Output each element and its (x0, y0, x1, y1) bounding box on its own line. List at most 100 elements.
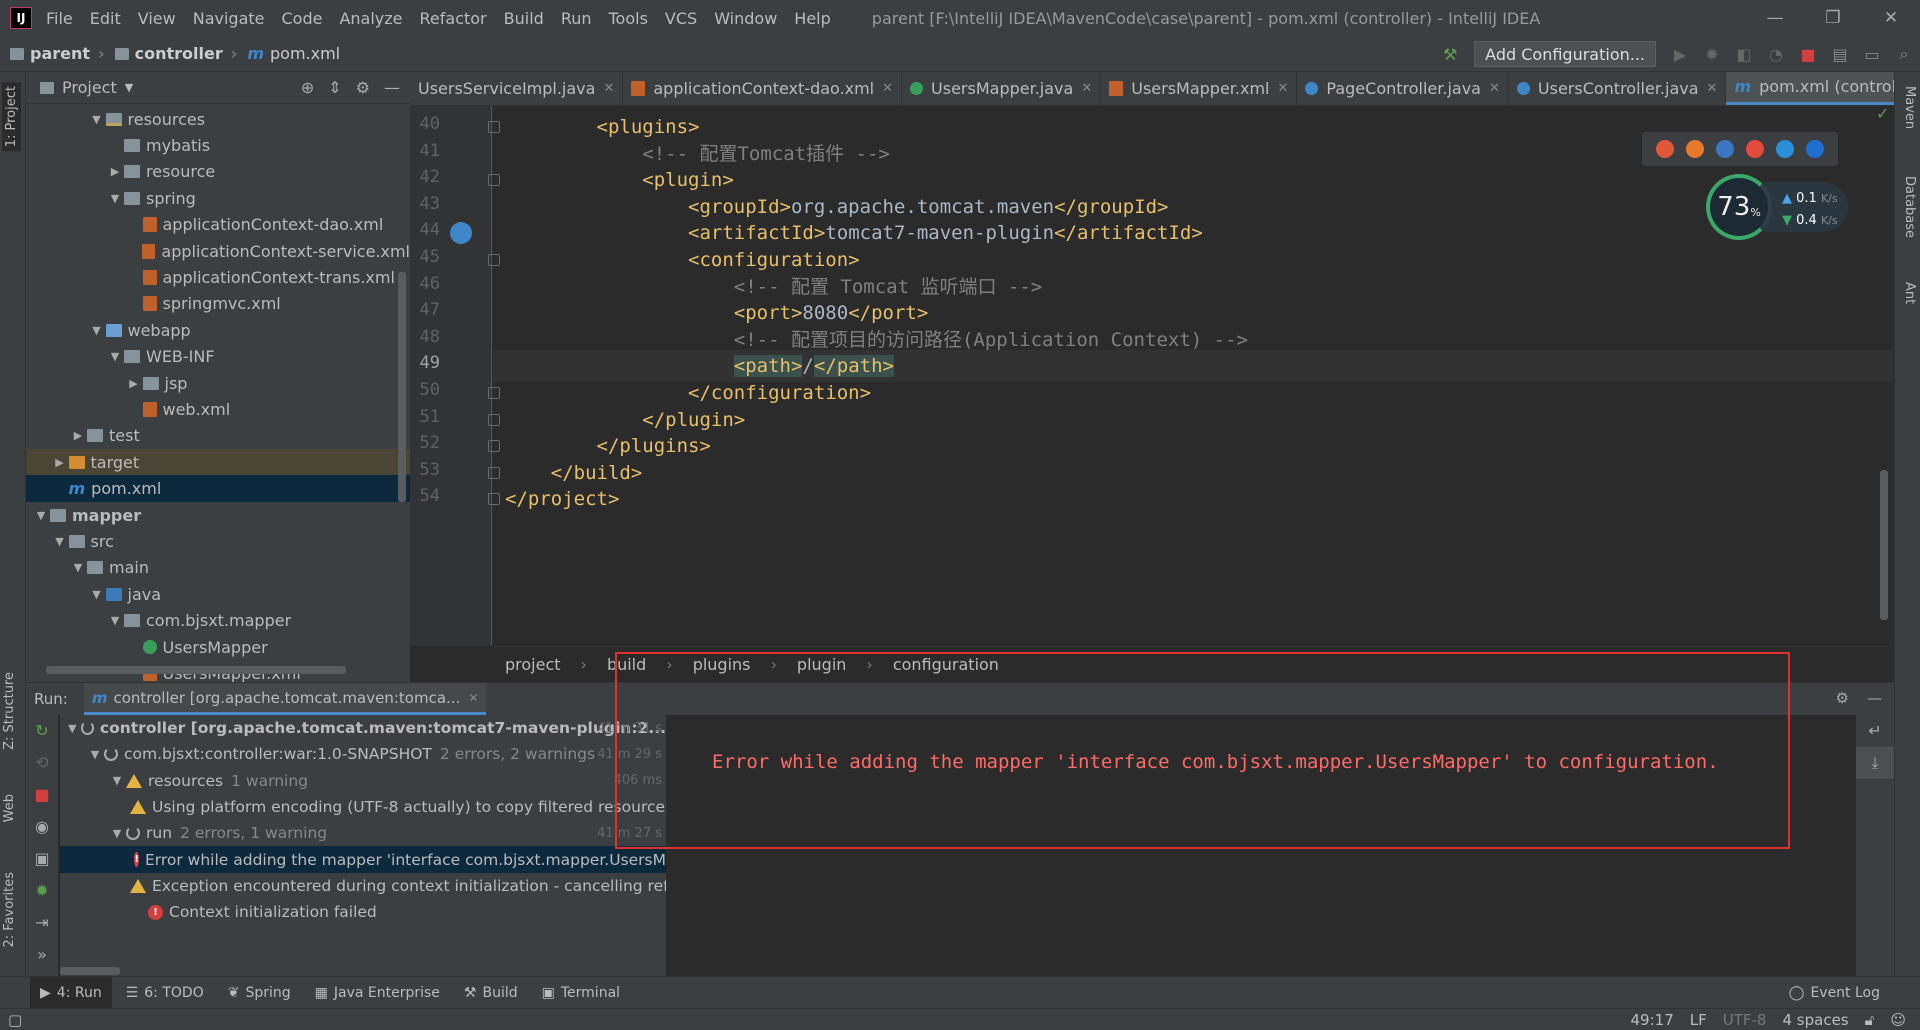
tool-window-tab[interactable]: ⚒ Build (454, 977, 528, 1009)
expand-arrow-icon[interactable]: ▼ (64, 722, 81, 735)
hide-icon[interactable]: — (1867, 689, 1882, 707)
tree-item[interactable]: ▼ webapp (26, 317, 410, 343)
expand-arrow-icon[interactable]: ▼ (69, 561, 87, 574)
debug-icon[interactable]: ✹ (1696, 36, 1728, 72)
tree-item[interactable]: springmvc.xml (26, 291, 410, 317)
stop-icon[interactable]: ■ (26, 779, 58, 811)
browser-icon[interactable] (1716, 140, 1734, 158)
expand-arrow-icon[interactable]: ▶ (51, 456, 69, 469)
build-output-item[interactable]: ▼ resources 1 warning 406 ms (60, 768, 666, 794)
menu-vcs[interactable]: VCS (665, 9, 697, 28)
minimize-icon[interactable]: — (1746, 0, 1804, 36)
editor-tab[interactable]: PageController.java ✕ (1297, 72, 1509, 105)
editor-tab[interactable]: m pom.xml (controller (1726, 72, 1894, 105)
menu-help[interactable]: Help (794, 9, 830, 28)
tool-window-tab[interactable]: ▶ 4: Run (30, 976, 112, 1009)
run-icon[interactable]: ▶ (1664, 36, 1696, 72)
collapse-all-icon[interactable]: ⇕ (328, 78, 341, 97)
search-icon[interactable]: ⌕ (1888, 36, 1920, 72)
build-output-item[interactable]: Using platform encoding (UTF-8 actually)… (60, 794, 666, 820)
toggle-tool-windows-icon[interactable]: ▢ (8, 1011, 22, 1029)
more-icon[interactable]: » (26, 939, 58, 971)
project-hscrollbar[interactable] (46, 666, 346, 674)
close-tab-icon[interactable]: ✕ (882, 81, 893, 96)
build-output-item[interactable]: ▼ run 2 errors, 1 warning 41 m 27 s (60, 820, 666, 846)
build-output-item[interactable]: ! Context initialization failed (60, 899, 666, 925)
scroll-to-end-icon[interactable]: ⤓ (1856, 747, 1894, 779)
breadcrumb-item[interactable]: project (505, 655, 561, 674)
build-output-item[interactable]: ▼ controller [org.apache.tomcat.maven:tom… (60, 715, 666, 741)
eye-icon[interactable]: ◉ (26, 811, 58, 843)
tree-item[interactable]: ▼ resources (26, 106, 410, 132)
expand-arrow-icon[interactable]: ▼ (88, 113, 106, 126)
nav-crumb-controller[interactable]: controller › (114, 44, 237, 63)
expand-arrow-icon[interactable]: ▼ (108, 774, 126, 787)
caret-position[interactable]: 49:17 (1631, 1011, 1674, 1029)
close-tab-icon[interactable]: ✕ (1278, 81, 1289, 96)
browser-icon[interactable] (1746, 140, 1764, 158)
browser-icon[interactable] (1776, 140, 1794, 158)
file-encoding[interactable]: UTF-8 (1723, 1011, 1767, 1029)
expand-arrow-icon[interactable]: ▼ (32, 509, 50, 522)
expand-arrow-icon[interactable]: ▶ (106, 165, 124, 178)
browser-icon[interactable] (1806, 140, 1824, 158)
nav-crumb-parent[interactable]: parent › (10, 44, 105, 63)
expand-arrow-icon[interactable]: ▼ (86, 748, 104, 761)
expand-arrow-icon[interactable]: ▼ (108, 827, 126, 840)
tree-item[interactable]: ▶ test (26, 423, 410, 449)
expand-arrow-icon[interactable]: ▼ (106, 192, 124, 205)
profile-icon[interactable]: ◔ (1760, 36, 1792, 72)
close-tab-icon[interactable]: ✕ (603, 81, 614, 96)
maximize-icon[interactable]: ❐ (1804, 0, 1862, 36)
stop-icon[interactable]: ■ (1792, 36, 1824, 72)
project-tool-tab[interactable]: 1: Project (2, 82, 21, 152)
tree-item[interactable]: ▼ com.bjsxt.mapper (26, 607, 410, 633)
event-log-button[interactable]: ◯ Event Log (1789, 977, 1880, 1009)
browser-icon[interactable] (1686, 140, 1704, 158)
editor-tab[interactable]: UsersController.java ✕ (1509, 72, 1727, 105)
tree-item[interactable]: m pom.xml (26, 475, 410, 502)
close-tab-icon[interactable]: ✕ (1489, 81, 1500, 96)
menu-window[interactable]: Window (714, 9, 777, 28)
menu-navigate[interactable]: Navigate (193, 9, 265, 28)
tree-item[interactable]: applicationContext-service.xml (26, 238, 410, 264)
tree-item[interactable]: applicationContext-trans.xml (26, 264, 410, 290)
menu-run[interactable]: Run (561, 9, 592, 28)
tree-item[interactable]: ▼ mapper (26, 502, 410, 528)
menu-tools[interactable]: Tools (609, 9, 648, 28)
project-scrollbar[interactable] (398, 272, 406, 502)
close-tab-icon[interactable]: ✕ (1081, 81, 1092, 96)
chevron-down-icon[interactable]: ▼ (125, 81, 133, 94)
tool-window-tab[interactable]: ❦ Spring (218, 977, 301, 1009)
tree-item[interactable]: ▼ spring (26, 185, 410, 211)
editor-tab[interactable]: UsersServiceImpl.java ✕ (410, 72, 624, 105)
expand-arrow-icon[interactable]: ▼ (106, 614, 124, 627)
close-tab-icon[interactable]: ✕ (1707, 81, 1718, 96)
maven-tool-tab[interactable]: Maven (1902, 86, 1917, 129)
tool-window-tab[interactable]: ☰ 6: TODO (116, 977, 214, 1009)
expand-arrow-icon[interactable]: ▶ (125, 377, 143, 390)
menu-file[interactable]: File (46, 9, 73, 28)
tree-item[interactable]: ▶ resource (26, 159, 410, 185)
tree-item[interactable]: ▼ java (26, 581, 410, 607)
editor-tab[interactable]: UsersMapper.java ✕ (902, 72, 1102, 105)
inspector-icon[interactable]: ☺ (1890, 1011, 1906, 1029)
run-tab-controller[interactable]: m controller [org.apache.tomcat.maven:to… (83, 683, 487, 715)
bug-icon[interactable]: ✹ (26, 875, 58, 907)
build-output-hscrollbar[interactable] (60, 967, 120, 975)
hammer-icon[interactable]: ⚒ (1434, 36, 1466, 72)
tree-item[interactable]: web.xml (26, 396, 410, 422)
project-view-selector[interactable]: Project (62, 78, 117, 97)
tree-item[interactable]: ▶ target (26, 449, 410, 476)
camera-icon[interactable]: ▣ (26, 843, 58, 875)
soft-wrap-icon[interactable]: ↵ (1856, 715, 1894, 747)
nav-crumb-pom[interactable]: m pom.xml (247, 44, 340, 63)
indent-setting[interactable]: 4 spaces (1782, 1011, 1848, 1029)
exit-icon[interactable]: ⇥ (26, 907, 58, 939)
browser-icon[interactable] (1656, 140, 1674, 158)
tree-item[interactable]: mybatis (26, 132, 410, 158)
gear-icon[interactable]: ⚙ (1836, 689, 1849, 707)
gear-icon[interactable]: ⚙ (356, 78, 370, 97)
expand-arrow-icon[interactable]: ▼ (88, 588, 106, 601)
layout-icon[interactable]: ▭ (1856, 36, 1888, 72)
